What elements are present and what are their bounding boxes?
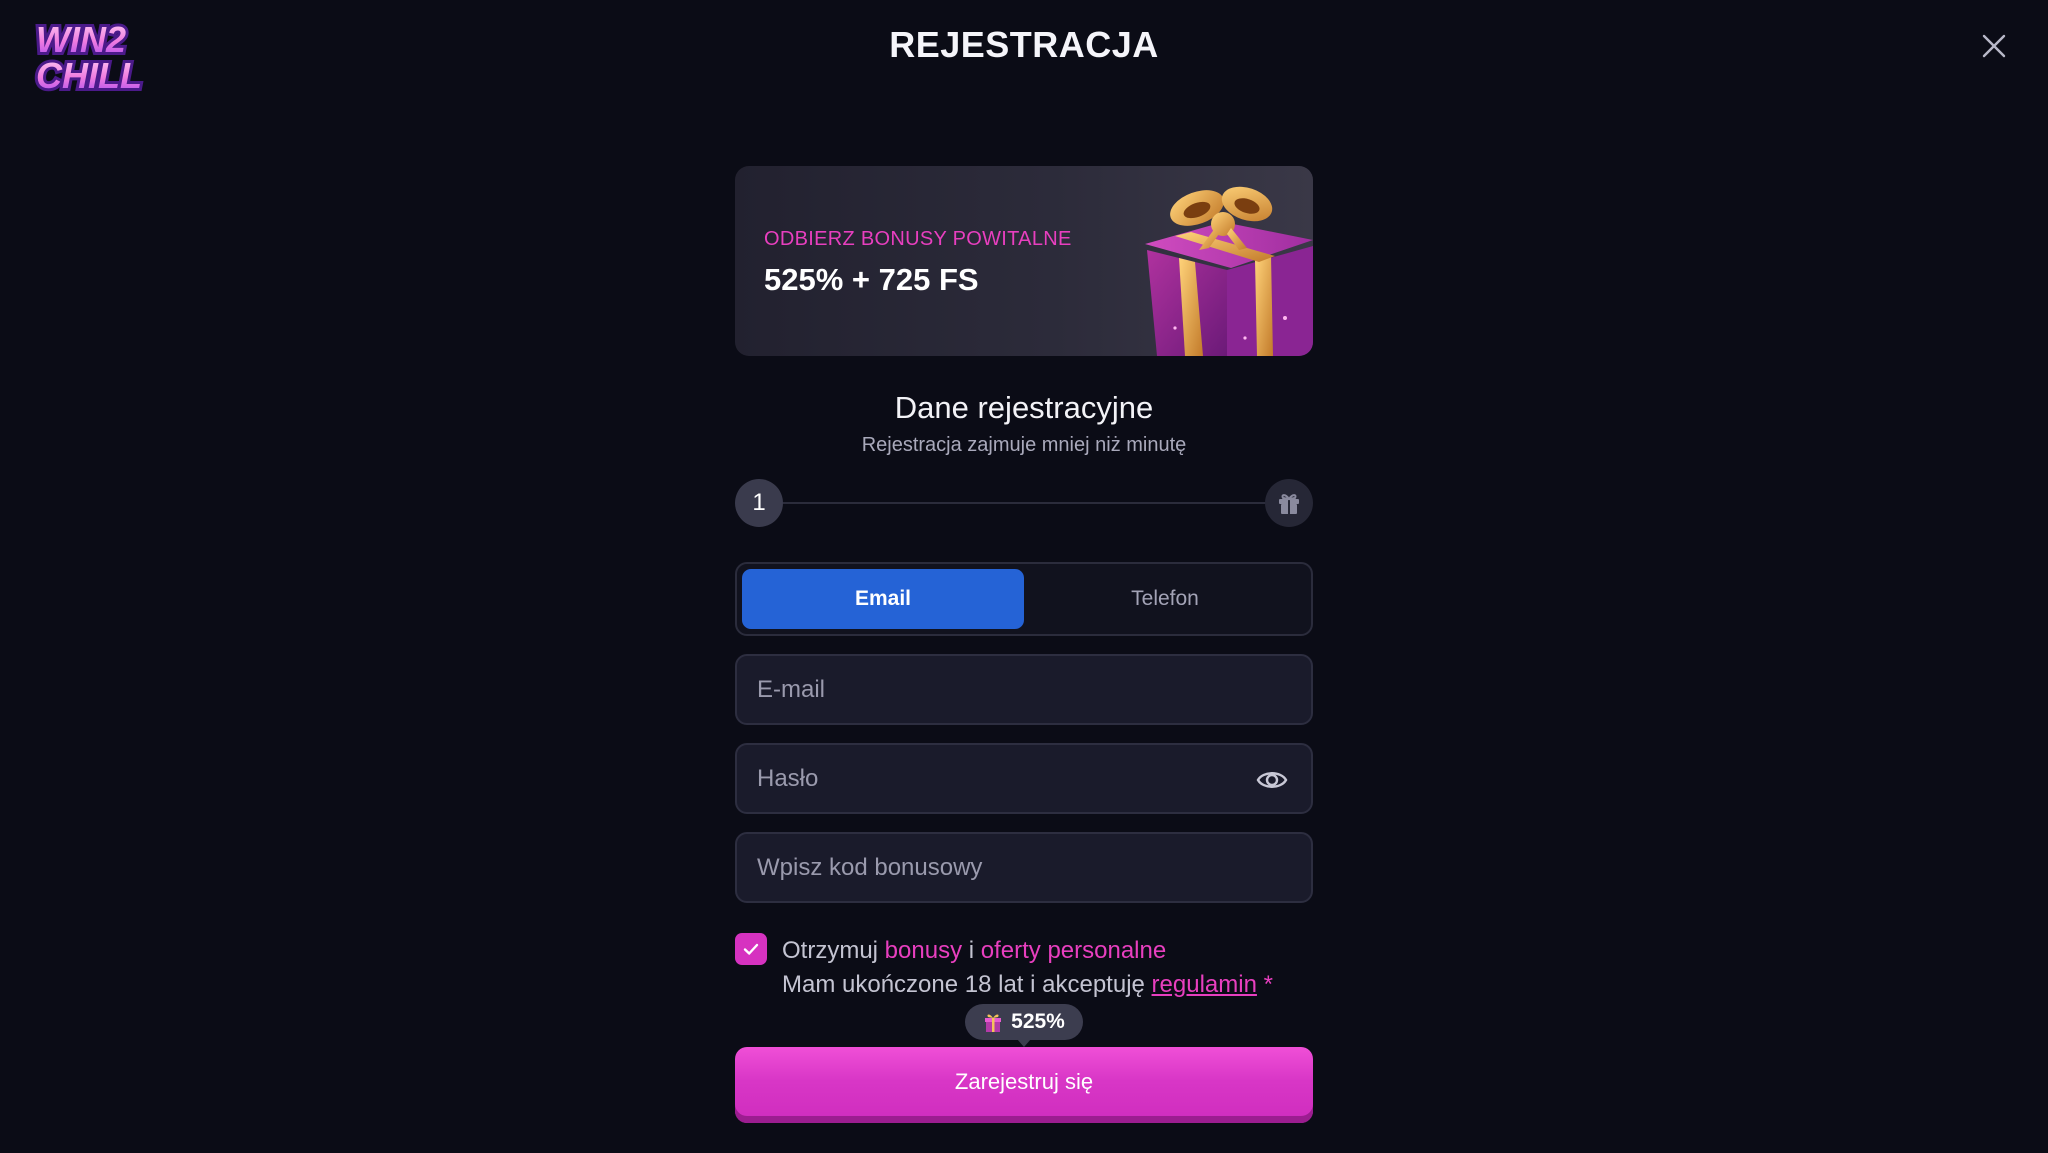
required-mark: * (1263, 971, 1273, 998)
banner-subtitle: ODBIERZ BONUSY POWITALNE (764, 228, 1072, 250)
email-input[interactable] (737, 656, 1311, 723)
tab-phone[interactable]: Telefon (1024, 569, 1306, 629)
password-field-container (735, 743, 1313, 814)
close-icon (1982, 34, 2006, 58)
bonus-badge-label: 525% (1011, 1010, 1065, 1033)
gift-box-illustration (1145, 186, 1313, 356)
terms-link[interactable]: regulamin (1152, 971, 1257, 998)
progress-track (781, 502, 1267, 504)
page-title: REJESTRACJA (889, 24, 1159, 65)
section-title: Dane rejestracyjne (894, 390, 1154, 425)
gift-icon (985, 1014, 1002, 1032)
personal-offers-link[interactable]: oferty personalne (981, 937, 1166, 964)
terms-consent-line: Mam ukończone 18 lat i akceptuję regulam… (782, 968, 1273, 1002)
email-field-container (735, 654, 1313, 725)
registration-method-tabs: Email Telefon (735, 562, 1313, 636)
consent-checkbox[interactable] (735, 933, 767, 965)
reward-step (1265, 479, 1313, 527)
bonus-code-field-container (735, 832, 1313, 903)
section-subtitle: Rejestracja zajmuje mniej niż minutę (861, 434, 1187, 456)
consent-prefix: Otrzymuj (782, 937, 878, 964)
tab-email[interactable]: Email (742, 569, 1024, 629)
password-input[interactable] (737, 745, 1311, 812)
marketing-consent-line: Otrzymuj bonusy i oferty personalne (782, 934, 1273, 968)
bonus-code-input[interactable] (737, 834, 1311, 901)
gift-icon (1279, 494, 1299, 514)
consent-conjunction: i (968, 937, 975, 964)
register-button[interactable]: Zarejestruj się (735, 1047, 1313, 1123)
banner-offer: 525% + 725 FS (764, 262, 979, 297)
bonuses-link[interactable]: bonusy (885, 937, 962, 964)
welcome-bonus-banner: ODBIERZ BONUSY POWITALNE 525% + 725 FS (735, 166, 1313, 356)
close-button[interactable] (1978, 30, 2010, 62)
check-icon (743, 943, 759, 955)
terms-prefix: Mam ukończone 18 lat i akceptuję (782, 971, 1145, 998)
eye-icon[interactable] (1255, 763, 1289, 797)
consent-text: Otrzymuj bonusy i oferty personalne Mam … (782, 934, 1273, 1002)
step-indicator: 1 (735, 479, 783, 527)
registration-progress: 1 (735, 479, 1313, 527)
bonus-badge: 525% (965, 1004, 1083, 1047)
